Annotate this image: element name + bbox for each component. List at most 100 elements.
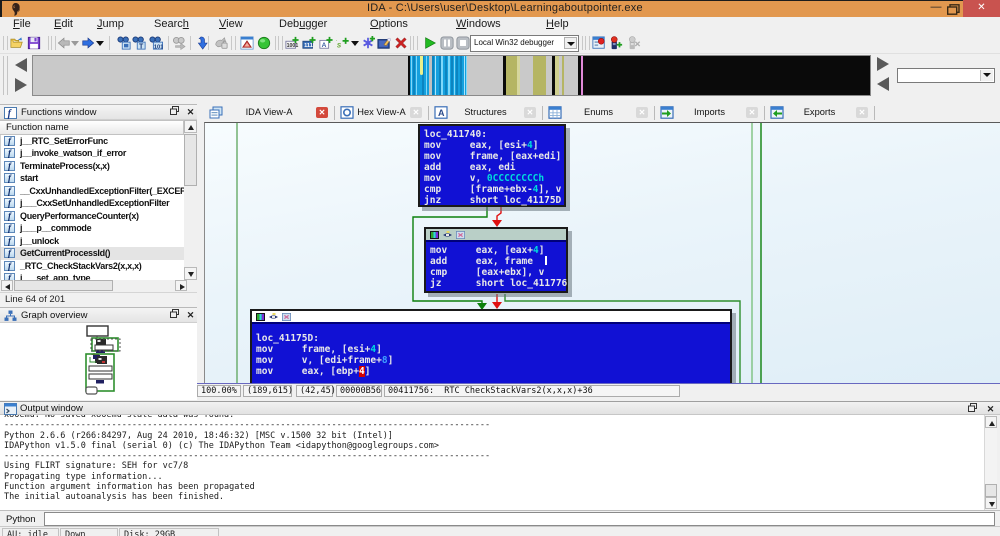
- tab-hex-view-a[interactable]: Hex View-A ✕: [335, 104, 428, 122]
- toolbar-grip[interactable]: [231, 36, 236, 50]
- start-process-icon[interactable]: [423, 36, 437, 50]
- tab-close-button[interactable]: ✕: [636, 107, 648, 118]
- tab-close-button[interactable]: ✕: [410, 107, 422, 118]
- tab-close-button[interactable]: ✕: [524, 107, 536, 118]
- function-row[interactable]: f j__unlock: [1, 235, 184, 247]
- navband-scroll-right-icon[interactable]: [15, 78, 27, 92]
- function-row[interactable]: f j___set_app_type: [1, 272, 184, 280]
- forward-history-caret[interactable]: [96, 41, 104, 46]
- minimize-button[interactable]: —: [925, 0, 947, 16]
- tab-ida-view-a[interactable]: IDA View-A ✕: [204, 104, 334, 122]
- block-group-icon[interactable]: [269, 313, 278, 321]
- graph-overview-float-button[interactable]: [168, 309, 181, 321]
- tab-structures[interactable]: A Structures ✕: [429, 104, 542, 122]
- function-row[interactable]: f start: [1, 172, 184, 184]
- undefine-icon[interactable]: [214, 36, 228, 50]
- maximize-button[interactable]: [946, 2, 960, 15]
- toolbar-grip[interactable]: [413, 36, 418, 50]
- vscroll-thumb[interactable]: [184, 134, 197, 186]
- block-header[interactable]: [426, 229, 566, 242]
- functions-window-float-button[interactable]: [168, 106, 181, 118]
- panel-splitter[interactable]: [197, 98, 204, 400]
- name-combo-dropdown[interactable]: [980, 70, 993, 81]
- delete-breakpoint-icon[interactable]: [627, 36, 641, 50]
- tab-close-button[interactable]: ✕: [856, 107, 868, 118]
- graph-canvas[interactable]: loc_411740: mov eax, [esi+4] mov frame, [e…: [204, 122, 1000, 383]
- output-vscrollbar[interactable]: [984, 415, 997, 510]
- delete-function-icon[interactable]: [394, 36, 408, 50]
- function-row[interactable]: f j___p__commode: [1, 222, 184, 234]
- navband-scroll-right2-icon[interactable]: [877, 57, 889, 71]
- add-struct-icon[interactable]: s ': [336, 36, 350, 50]
- scroll-up-button[interactable]: [184, 120, 197, 133]
- functions-window-titlebar[interactable]: f Functions window ✕: [0, 104, 197, 120]
- basic-block-loc_41175D[interactable]: loc_41175D: mov frame, [esi+4] mov v, [edi…: [250, 309, 732, 383]
- output-window-float-button[interactable]: [966, 403, 979, 415]
- functions-hscrollbar[interactable]: [0, 280, 197, 292]
- tab-enums[interactable]: Enums ✕: [543, 104, 654, 122]
- menu-edit[interactable]: Edit: [54, 18, 73, 30]
- tab-close-button[interactable]: ✕: [746, 107, 758, 118]
- jump-address-icon[interactable]: [194, 36, 208, 50]
- menu-help[interactable]: Help: [546, 18, 569, 30]
- functions-list[interactable]: f j__RTC_SetErrorFunc f j__invoke_watson_if…: [0, 135, 184, 280]
- scroll-down-button[interactable]: [985, 497, 997, 509]
- hscroll-thumb[interactable]: [14, 280, 113, 291]
- navigate-forward-icon[interactable]: [81, 36, 95, 50]
- toolbar-grip[interactable]: [278, 36, 283, 50]
- basic-block-loc_411740[interactable]: loc_411740: mov eax, [esi+4] mov frame, [e…: [418, 124, 566, 207]
- search-next-icon[interactable]: [172, 36, 186, 51]
- tab-close-button[interactable]: ✕: [316, 107, 328, 118]
- graph-overview-close-button[interactable]: ✕: [184, 309, 197, 321]
- basic-block-2[interactable]: mov eax, [eax+4] add eax, frame cmp [eax+e…: [424, 227, 568, 293]
- block-image-icon[interactable]: [282, 313, 291, 321]
- search-memory-icon[interactable]: [117, 36, 131, 50]
- graph-overview-canvas[interactable]: [0, 323, 197, 400]
- output-window-close-button[interactable]: ✕: [984, 403, 997, 415]
- menu-jump[interactable]: Jump: [97, 18, 124, 30]
- save-icon[interactable]: [27, 36, 41, 50]
- menu-debugger[interactable]: Debugger: [279, 18, 327, 30]
- back-history-caret[interactable]: [71, 41, 79, 46]
- debugger-selector-dropdown[interactable]: [564, 37, 577, 49]
- add-struct-caret[interactable]: [351, 41, 359, 46]
- toolbar-grip[interactable]: [51, 36, 56, 50]
- navband-grip[interactable]: [3, 56, 8, 95]
- add-ascii-icon[interactable]: A: [319, 36, 333, 50]
- vscroll-thumb[interactable]: [985, 484, 997, 497]
- close-button[interactable]: ✕: [963, 0, 1000, 17]
- menu-options[interactable]: Options: [370, 18, 408, 30]
- block-color-icon[interactable]: [430, 231, 439, 239]
- stop-process-icon[interactable]: [456, 36, 470, 50]
- open-file-icon[interactable]: [10, 36, 24, 50]
- toolbar-grip[interactable]: [585, 36, 590, 50]
- functions-window-close-button[interactable]: ✕: [184, 106, 197, 118]
- search-text-icon[interactable]: T: [132, 36, 146, 50]
- debugger-selector[interactable]: Local Win32 debugger: [470, 35, 579, 52]
- python-input[interactable]: [44, 512, 995, 526]
- edit-function-icon[interactable]: [377, 36, 391, 50]
- menu-file[interactable]: File: [13, 18, 31, 30]
- function-row[interactable]: f QueryPerformanceCounter(x): [1, 210, 184, 222]
- tab-imports[interactable]: Imports ✕: [655, 104, 764, 122]
- function-row[interactable]: f _RTC_CheckStackVars2(x,x,x): [1, 260, 184, 272]
- block-color-icon[interactable]: [256, 313, 265, 321]
- scroll-up-button[interactable]: [985, 416, 997, 428]
- pause-process-icon[interactable]: [440, 36, 454, 50]
- run-analysis-icon[interactable]: [257, 36, 271, 50]
- menu-search[interactable]: Search: [154, 18, 189, 30]
- function-row[interactable]: f __CxxUnhandledExceptionFilter(_EXCEPTIO…: [1, 185, 184, 197]
- block-header[interactable]: [252, 311, 730, 324]
- scroll-right-button[interactable]: [175, 280, 187, 291]
- function-row[interactable]: f GetCurrentProcessId(): [1, 247, 184, 260]
- block-group-icon[interactable]: [443, 231, 452, 239]
- function-row[interactable]: f TerminateProcess(x,x): [1, 160, 184, 172]
- scroll-left-button[interactable]: [1, 280, 13, 291]
- add-dword-icon[interactable]: 1001: [285, 36, 299, 50]
- block-image-icon[interactable]: [456, 231, 465, 239]
- scroll-down-button[interactable]: [184, 267, 197, 280]
- function-row[interactable]: f j___CxxSetUnhandledExceptionFilter: [1, 197, 184, 209]
- function-row[interactable]: f j__invoke_watson_if_error: [1, 147, 184, 159]
- function-row[interactable]: f j__RTC_SetErrorFunc: [1, 135, 184, 147]
- breakpoint-list-icon[interactable]: [592, 36, 606, 50]
